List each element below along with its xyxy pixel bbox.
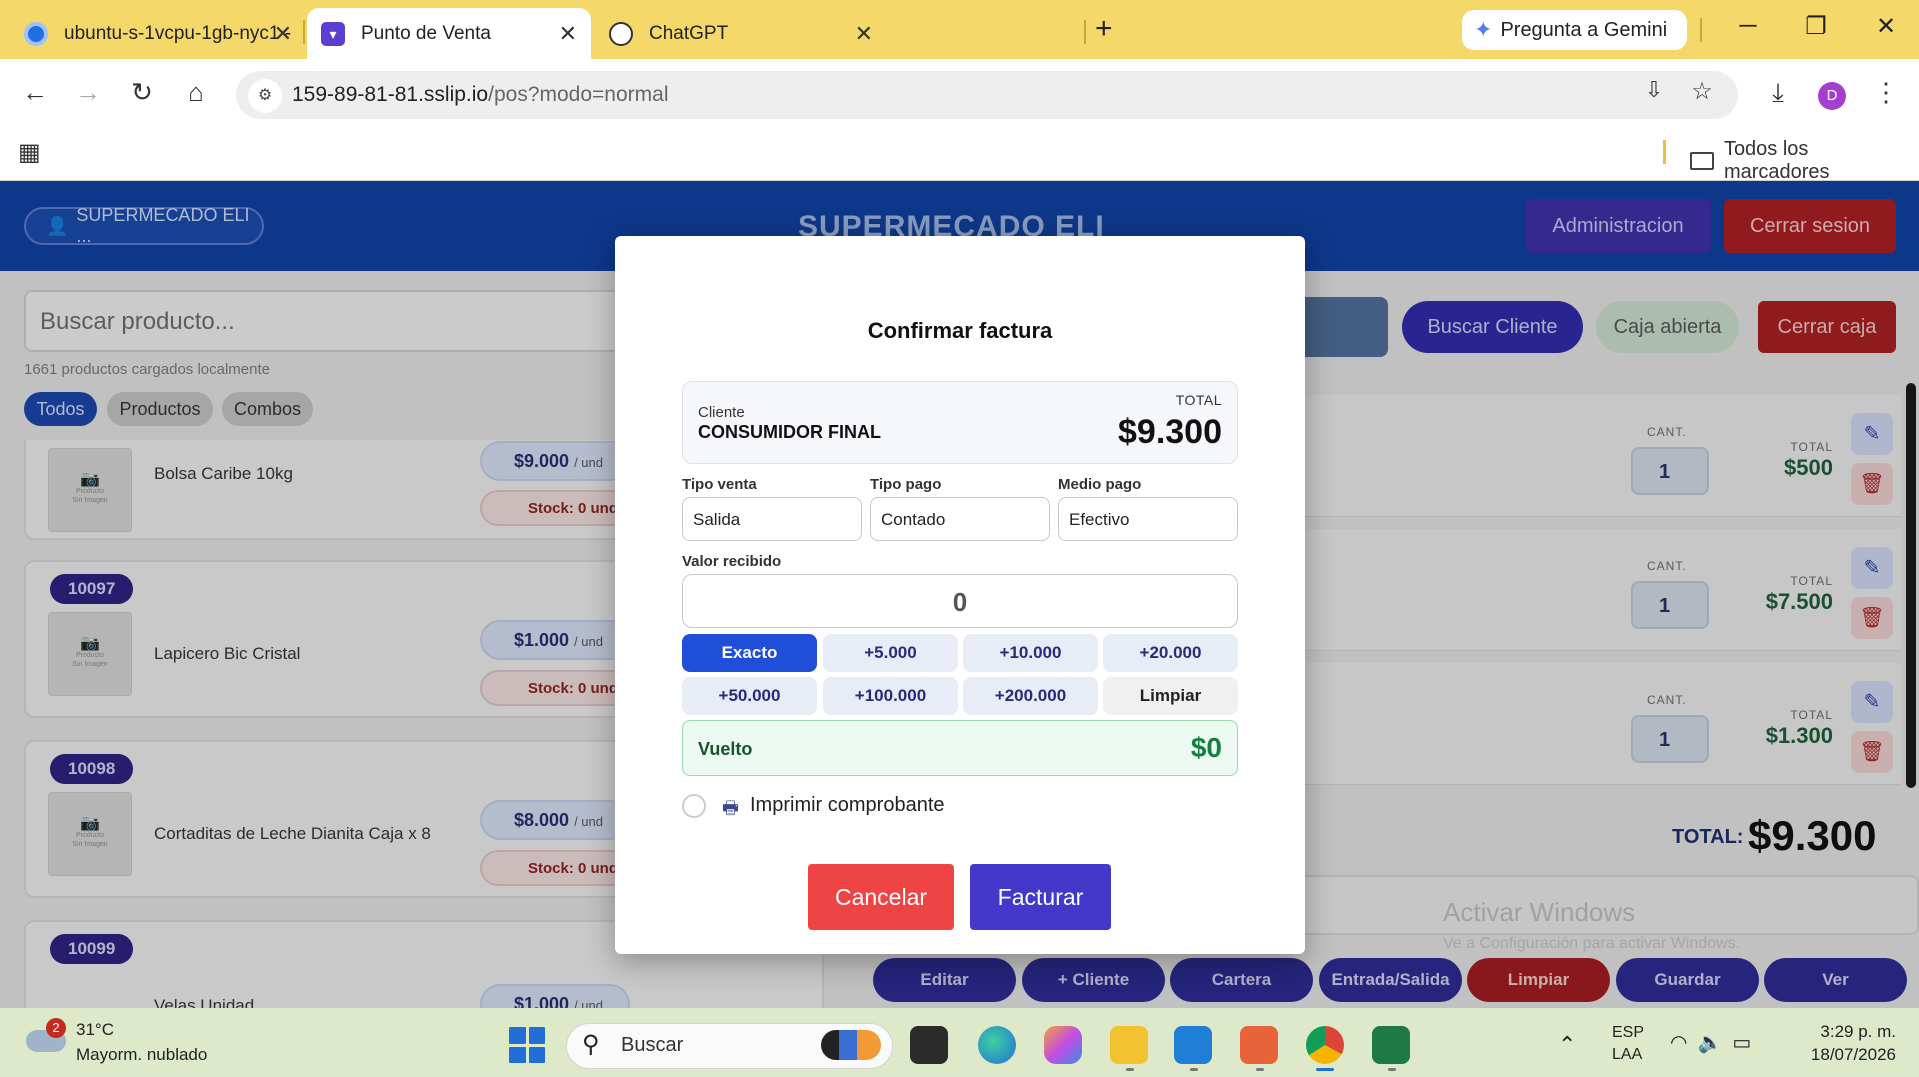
add-200000-button[interactable]: +200.000 — [963, 677, 1098, 715]
home-icon[interactable]: ⌂ — [176, 77, 216, 108]
total-label: TOTAL — [1175, 392, 1222, 408]
tab-punto-de-venta[interactable]: ▾ Punto de Venta ✕ — [307, 8, 591, 59]
forward-icon[interactable]: → — [68, 77, 108, 108]
payment-method-select[interactable]: Efectivo — [1058, 497, 1238, 541]
change-label: Vuelto — [698, 739, 753, 759]
sale-type-label: Tipo venta — [682, 476, 757, 493]
minimize-icon[interactable]: ─ — [1728, 12, 1768, 40]
clear-amount-button[interactable]: Limpiar — [1103, 677, 1238, 715]
chatgpt-icon — [609, 21, 633, 46]
add-50000-button[interactable]: +50.000 — [682, 677, 817, 715]
all-bookmarks-button[interactable]: Todos los marcadores — [1690, 138, 1919, 184]
cancel-button[interactable]: Cancelar — [808, 864, 954, 930]
print-receipt-checkbox[interactable] — [682, 794, 706, 818]
sale-type-select[interactable]: Salida — [682, 497, 862, 541]
gemini-spark-icon: ✦ — [1474, 17, 1493, 42]
modal-title: Confirmar factura — [867, 318, 1053, 343]
apps-grid-icon[interactable]: ▦ — [18, 138, 41, 167]
install-app-icon[interactable]: ⇩ — [1634, 77, 1674, 103]
payment-type-select[interactable]: Contado — [870, 497, 1050, 541]
chevron-up-icon[interactable]: ⌃ — [1558, 1032, 1576, 1058]
printer-icon: 🖶 — [722, 798, 739, 818]
battery-icon[interactable]: ▭ — [1732, 1032, 1761, 1054]
running-indicator — [1256, 1068, 1264, 1071]
received-amount-input[interactable]: 0 — [682, 574, 1238, 628]
windows-taskbar — [0, 1008, 1919, 1077]
tab-separator — [1084, 20, 1086, 44]
taskbar-search-label: Buscar — [621, 1034, 684, 1056]
new-tab-button[interactable]: + — [1095, 12, 1113, 46]
digitalocean-icon — [24, 21, 48, 46]
toolbar-separator — [1700, 18, 1702, 42]
add-5000-button[interactable]: +5.000 — [823, 634, 958, 672]
search-highlight-icon — [821, 1030, 881, 1060]
add-20000-button[interactable]: +20.000 — [1103, 634, 1238, 672]
received-amount-label: Valor recibido — [682, 553, 782, 570]
restore-icon[interactable]: ❐ — [1796, 12, 1836, 41]
weather-description[interactable]: Mayorm. nublado — [76, 1045, 207, 1065]
gemini-button[interactable]: ✦ Pregunta a Gemini — [1462, 10, 1687, 50]
downloads-icon[interactable]: ⤓ — [1758, 77, 1798, 109]
running-indicator — [1190, 1068, 1198, 1071]
bookmarks-bar — [0, 129, 1919, 181]
payment-method-label: Medio pago — [1058, 476, 1142, 493]
site-settings-icon[interactable]: ⚙ — [248, 79, 282, 113]
language-indicator[interactable]: ESP — [1612, 1024, 1644, 1042]
url-text[interactable]: 159-89-81-81.sslip.io/pos?modo=normal — [292, 83, 668, 107]
chrome-icon[interactable] — [1306, 1026, 1344, 1064]
system-tray-icons[interactable]: ◠🔈▭ — [1670, 1030, 1761, 1055]
clock-time[interactable]: 3:29 p. m. — [1796, 1022, 1896, 1042]
payment-type-label: Tipo pago — [870, 476, 942, 493]
weather-badge: 2 — [46, 1018, 66, 1038]
windows-start-icon[interactable] — [509, 1027, 545, 1063]
active-indicator — [1316, 1068, 1334, 1071]
close-tab-icon[interactable]: ✕ — [274, 21, 292, 47]
total-value: $9.300 — [1118, 413, 1222, 451]
bookmark-star-icon[interactable]: ☆ — [1682, 77, 1722, 106]
bookmarks-separator — [1663, 140, 1666, 164]
excel-icon[interactable] — [1372, 1026, 1410, 1064]
cart-icon: ▾ — [321, 21, 345, 46]
running-indicator — [1126, 1068, 1134, 1071]
back-icon[interactable]: ← — [15, 77, 55, 108]
change-value: $0 — [1190, 732, 1222, 763]
clock-date[interactable]: 18/07/2026 — [1796, 1045, 1896, 1065]
exact-amount-button[interactable]: Exacto — [682, 634, 817, 672]
taskview-icon[interactable] — [910, 1026, 948, 1064]
tab-digitalocean[interactable]: ubuntu-s-1vcpu-1gb-nyc1 - Dig ✕ — [10, 8, 306, 59]
volume-icon[interactable]: 🔈 — [1697, 1032, 1732, 1054]
tab-chatgpt[interactable]: ChatGPT ✕ — [595, 8, 1089, 59]
profile-avatar[interactable]: D — [1818, 82, 1846, 110]
vscode-icon[interactable] — [1174, 1026, 1212, 1064]
file-explorer-icon[interactable] — [1110, 1026, 1148, 1064]
invoice-submit-button[interactable]: Facturar — [970, 864, 1111, 930]
print-receipt-label[interactable]: Imprimir comprobante — [750, 794, 945, 817]
edge-icon[interactable] — [978, 1026, 1016, 1064]
running-indicator — [1388, 1068, 1396, 1071]
claude-icon[interactable] — [1240, 1026, 1278, 1064]
close-tab-icon[interactable]: ✕ — [855, 21, 873, 47]
close-tab-icon[interactable]: ✕ — [559, 21, 577, 47]
add-100000-button[interactable]: +100.000 — [823, 677, 958, 715]
folder-icon — [1690, 152, 1714, 170]
search-icon: ⚲ — [582, 1031, 600, 1058]
reload-icon[interactable]: ↻ — [122, 77, 162, 108]
add-10000-button[interactable]: +10.000 — [963, 634, 1098, 672]
tab-separator — [303, 20, 305, 44]
copilot-icon[interactable] — [1044, 1026, 1082, 1064]
keyboard-layout-indicator[interactable]: LAA — [1612, 1046, 1642, 1064]
weather-temperature[interactable]: 31°C — [76, 1020, 114, 1040]
wifi-icon[interactable]: ◠ — [1670, 1032, 1697, 1054]
client-label: Cliente — [698, 404, 745, 421]
client-name: CONSUMIDOR FINAL — [698, 422, 881, 442]
browser-menu-icon[interactable]: ⋮ — [1866, 77, 1906, 108]
close-window-icon[interactable]: ✕ — [1866, 12, 1906, 41]
